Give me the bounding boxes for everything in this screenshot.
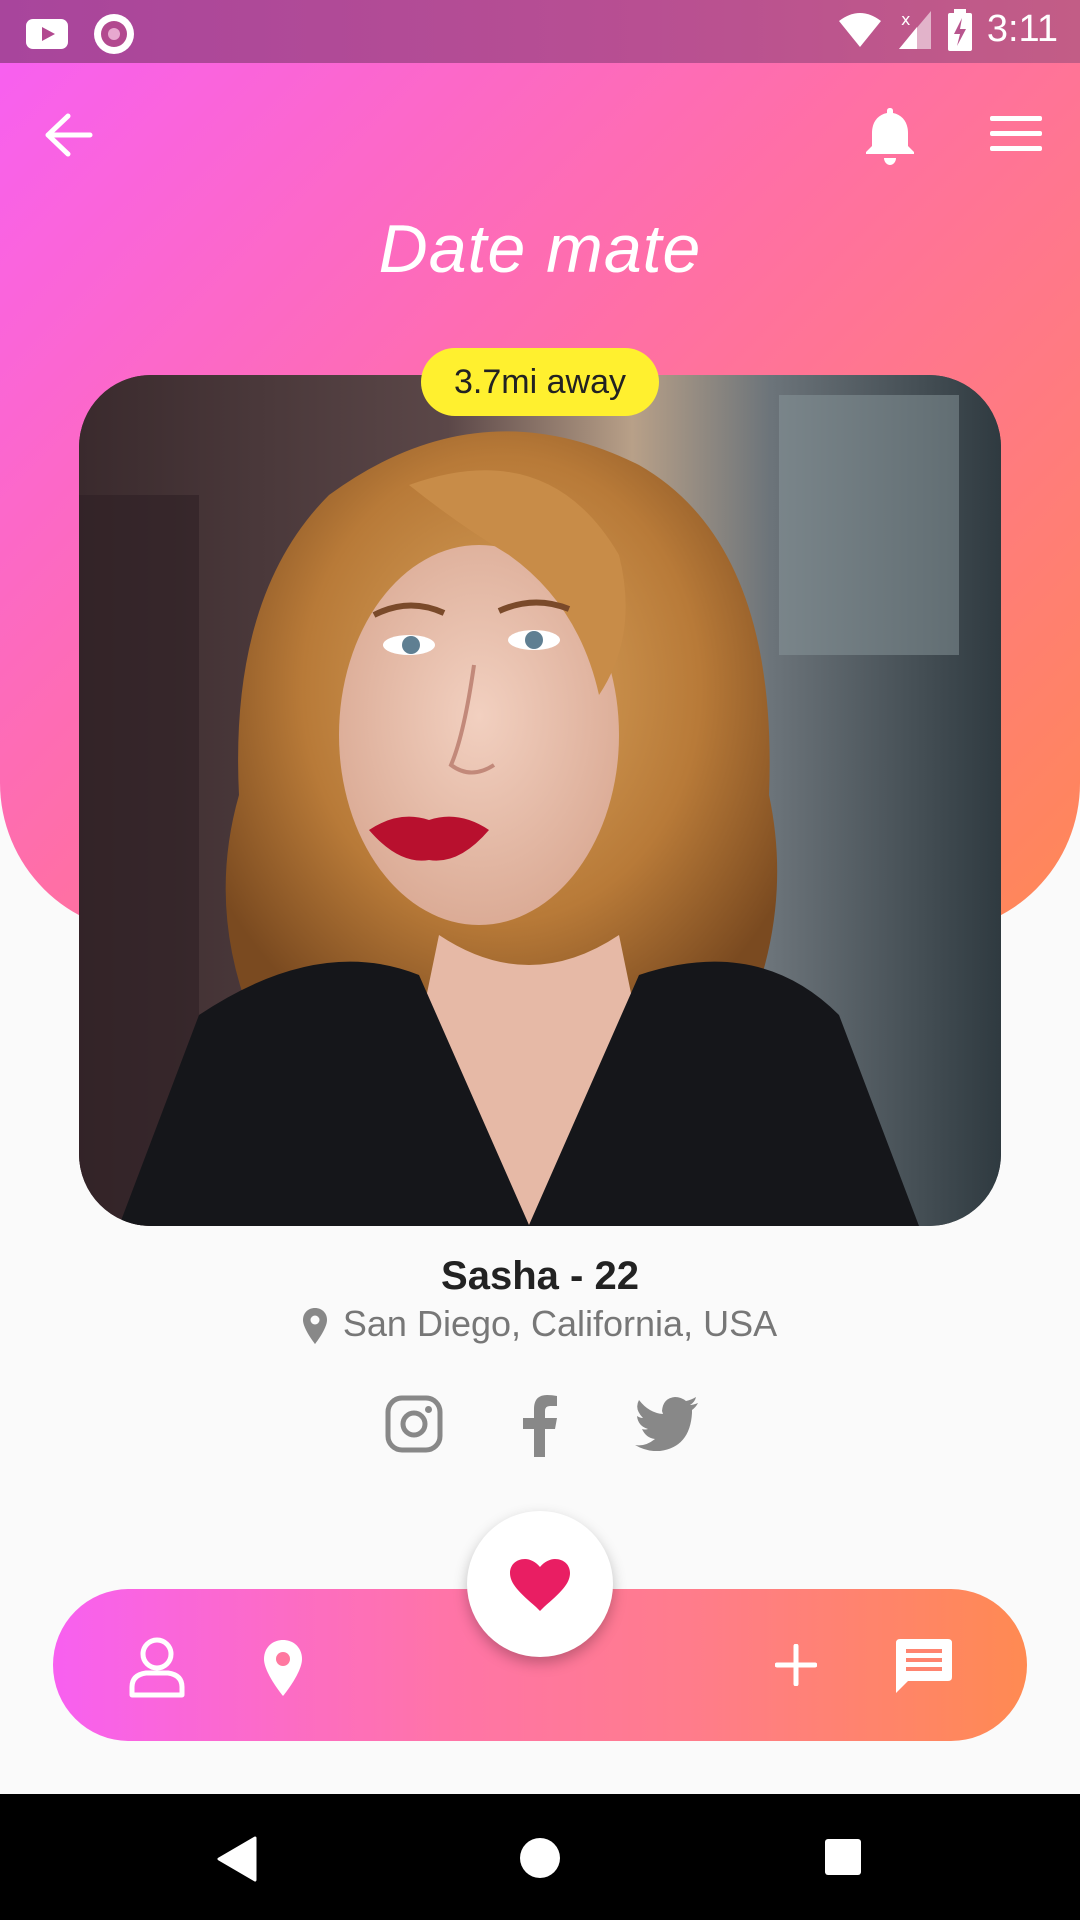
add-button[interactable] [774,1643,818,1690]
distance-badge: 3.7mi away [421,348,659,416]
profile-button[interactable] [128,1637,186,1703]
back-button[interactable] [44,110,104,160]
bell-icon [866,108,914,165]
profile-name: Sasha - 22 [441,1254,639,1298]
record-icon [94,14,134,54]
profile-photo[interactable] [79,375,1001,1226]
heart-icon [510,1559,570,1611]
location-button[interactable] [264,1640,302,1700]
social-links [385,1395,705,1457]
chat-icon [896,1639,952,1693]
chat-button[interactable] [896,1639,952,1697]
like-button[interactable] [467,1511,613,1657]
status-time: 3:11 [986,8,1058,50]
plus-icon [774,1643,818,1687]
location-pin-icon [302,1308,327,1345]
twitter-icon[interactable] [635,1397,699,1451]
back-triangle-icon[interactable] [215,1836,257,1882]
instagram-icon[interactable] [385,1395,443,1453]
wifi-icon [838,12,881,47]
hamburger-menu-icon[interactable] [990,116,1042,156]
battery-charging-icon [947,8,972,51]
svg-text:x: x [901,10,910,29]
location-pin-icon [264,1640,302,1696]
notification-button[interactable] [862,104,918,166]
status-bar: x 3:11 [0,0,1080,63]
signal-icon: x [898,10,931,49]
profile-photo-illustration [79,375,1001,1226]
arrow-left-icon [45,113,93,157]
profile-location: San Diego, California, USA [0,1303,1080,1345]
system-navigation-bar [0,1794,1080,1920]
location-text: San Diego, California, USA [342,1303,778,1344]
recents-square-icon[interactable] [824,1838,862,1876]
youtube-icon [26,19,68,49]
facebook-icon[interactable] [519,1395,559,1457]
app-title: Date mate [378,211,702,287]
profile-icon [129,1637,185,1698]
home-circle-icon[interactable] [519,1837,561,1879]
